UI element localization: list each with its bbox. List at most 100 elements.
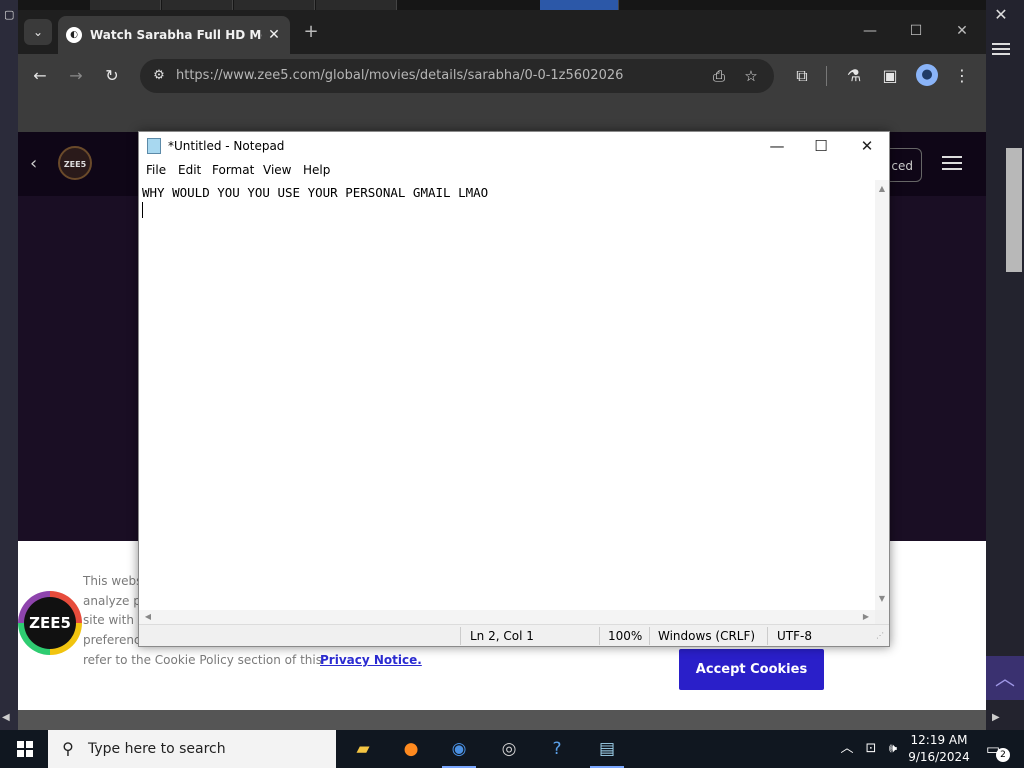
cookie-text-line: analyze p [83, 594, 141, 608]
taskbar: ⚲ Type here to search ▰ ● ◉ ◎ ? ▤ ︿ ⊡ 🕪 … [0, 730, 1024, 768]
zee5-logo-text: ZEE5 [24, 597, 76, 649]
menu-help[interactable]: Help [303, 162, 330, 178]
obs-icon[interactable]: ◎ [486, 730, 532, 768]
hamburger-menu-icon[interactable] [942, 156, 962, 172]
scrollbar-corner [875, 610, 889, 624]
site-info-icon[interactable]: ⚙ [148, 65, 170, 87]
active-tab[interactable]: ◐ Watch Sarabha Full HD Movie ✕ [58, 16, 290, 54]
notepad-taskbar-icon[interactable]: ▤ [584, 730, 630, 768]
zee5-favicon-icon: ◐ [66, 27, 82, 43]
background-tab [540, 0, 619, 10]
zee5-logo: ZEE5 [18, 591, 82, 655]
scroll-up-icon[interactable]: ▲ [875, 182, 889, 196]
desktop-right-edge [986, 0, 1024, 740]
forward-icon[interactable]: → [64, 64, 88, 88]
background-tab [90, 0, 161, 10]
horizontal-scrollbar[interactable]: ◀ ▶ [139, 610, 875, 624]
resize-grip-icon[interactable]: ⋰ [876, 631, 886, 641]
search-icon: ⚲ [62, 739, 74, 758]
privacy-notice-link[interactable]: Privacy Notice. [320, 651, 422, 669]
tab-title: Watch Sarabha Full HD Movie [90, 28, 262, 42]
scroll-down-icon[interactable]: ▼ [875, 592, 889, 606]
menu-icon[interactable] [992, 40, 1010, 56]
volume-icon[interactable]: 🕪 [884, 740, 902, 758]
scroll-left-icon[interactable]: ◀ [2, 712, 10, 723]
menu-edit[interactable]: Edit [178, 162, 201, 178]
address-bar[interactable]: ⚙ https://www.zee5.com/global/movies/det… [140, 59, 774, 93]
windows-start-icon[interactable] [6, 730, 44, 768]
side-panel-icon[interactable]: ▣ [878, 64, 902, 88]
cookie-text-line: refer to the Cookie Policy section of th… [83, 653, 322, 667]
reload-icon[interactable]: ↻ [100, 64, 124, 88]
notepad-content[interactable]: WHY WOULD YOU YOU USE YOUR PERSONAL GMAI… [142, 184, 488, 202]
minimize-icon[interactable]: — [755, 134, 799, 158]
chrome-menu-icon[interactable]: ⋮ [950, 64, 974, 88]
close-window-icon[interactable]: ✕ [948, 20, 976, 42]
maximize-icon[interactable]: ☐ [799, 134, 843, 158]
scroll-up-icon[interactable]: ︿ [986, 656, 1024, 700]
status-divider [767, 627, 768, 645]
background-tab [162, 0, 233, 10]
help-icon[interactable]: ? [534, 730, 580, 768]
encoding: UTF-8 [777, 629, 812, 643]
cookie-text-line: site with c [83, 613, 145, 627]
scroll-right-icon[interactable]: ▶ [992, 712, 1000, 723]
clock-date[interactable]: 9/16/2024 [904, 749, 974, 765]
notepad-statusbar: Ln 2, Col 1 100% Windows (CRLF) UTF-8 ⋰ [139, 624, 889, 646]
accept-cookies-button[interactable]: Accept Cookies [679, 649, 824, 690]
menu-file[interactable]: File [146, 162, 166, 178]
notepad-titlebar[interactable]: *Untitled - Notepad — ☐ ✕ [139, 132, 889, 160]
install-app-icon[interactable]: ⎙ [708, 65, 730, 87]
zoom-level: 100% [608, 629, 643, 643]
tab-search-button[interactable]: ⌄ [24, 19, 52, 45]
show-hidden-icons-icon[interactable]: ︿ [838, 740, 856, 758]
minimize-icon[interactable]: — [856, 20, 884, 42]
taskbar-search-box[interactable]: ⚲ Type here to search [48, 730, 336, 768]
cookie-text-line: This webs [83, 574, 143, 588]
zee5-logo[interactable]: ZEE5 [58, 146, 92, 180]
desktop-top-strip [0, 0, 1024, 10]
bookmarks-bar [18, 98, 986, 132]
window-icon: ▢ [4, 8, 15, 21]
extensions-icon[interactable]: ⧉ [790, 64, 814, 88]
toolbar-separator [826, 66, 827, 86]
notepad-window: *Untitled - Notepad — ☐ ✕ File Edit Form… [138, 131, 890, 647]
status-divider [599, 627, 600, 645]
bookmark-star-icon[interactable]: ☆ [740, 65, 762, 87]
profile-avatar-icon[interactable]: ● [916, 64, 938, 86]
chevron-down-icon: ⌄ [32, 25, 44, 39]
menu-view[interactable]: View [263, 162, 291, 178]
clock-time[interactable]: 12:19 AM [904, 732, 974, 748]
back-arrow-icon[interactable]: ‹ [30, 152, 50, 176]
menu-format[interactable]: Format [212, 162, 254, 178]
maximize-icon[interactable]: ☐ [902, 20, 930, 42]
background-scrollbar-thumb[interactable] [1006, 148, 1022, 272]
browser-toolbar: ← → ↻ ⚙ https://www.zee5.com/global/movi… [18, 54, 986, 98]
notification-count-badge: 2 [996, 748, 1010, 762]
tab-strip: ⌄ ◐ Watch Sarabha Full HD Movie ✕ + — ☐ … [18, 10, 986, 54]
scroll-left-icon[interactable]: ◀ [141, 610, 155, 624]
status-divider [460, 627, 461, 645]
back-icon[interactable]: ← [28, 64, 52, 88]
url-text[interactable]: https://www.zee5.com/global/movies/detai… [176, 67, 696, 85]
labs-flask-icon[interactable]: ⚗ [842, 64, 866, 88]
notepad-title: *Untitled - Notepad [168, 139, 285, 153]
notepad-text-area[interactable]: WHY WOULD YOU YOU USE YOUR PERSONAL GMAI… [139, 180, 875, 610]
desktop-left-edge [0, 0, 18, 740]
line-ending: Windows (CRLF) [658, 629, 756, 643]
network-icon[interactable]: ⊡ [862, 740, 880, 758]
background-tab [316, 0, 397, 10]
new-tab-icon[interactable]: + [300, 21, 322, 43]
close-icon[interactable]: ✕ [845, 134, 889, 158]
chrome-icon[interactable]: ◉ [436, 730, 482, 768]
scroll-right-icon[interactable]: ▶ [859, 610, 873, 624]
notepad-icon [147, 138, 161, 154]
close-icon[interactable]: ✕ [992, 6, 1010, 24]
tab-close-icon[interactable]: ✕ [264, 25, 284, 45]
file-explorer-icon[interactable]: ▰ [340, 730, 386, 768]
search-placeholder[interactable]: Type here to search [88, 740, 226, 758]
background-horizontal-scrollbar[interactable] [18, 710, 986, 730]
vertical-scrollbar[interactable]: ▲ ▼ [875, 180, 889, 610]
cursor-position: Ln 2, Col 1 [470, 629, 534, 643]
firefox-icon[interactable]: ● [388, 730, 434, 768]
